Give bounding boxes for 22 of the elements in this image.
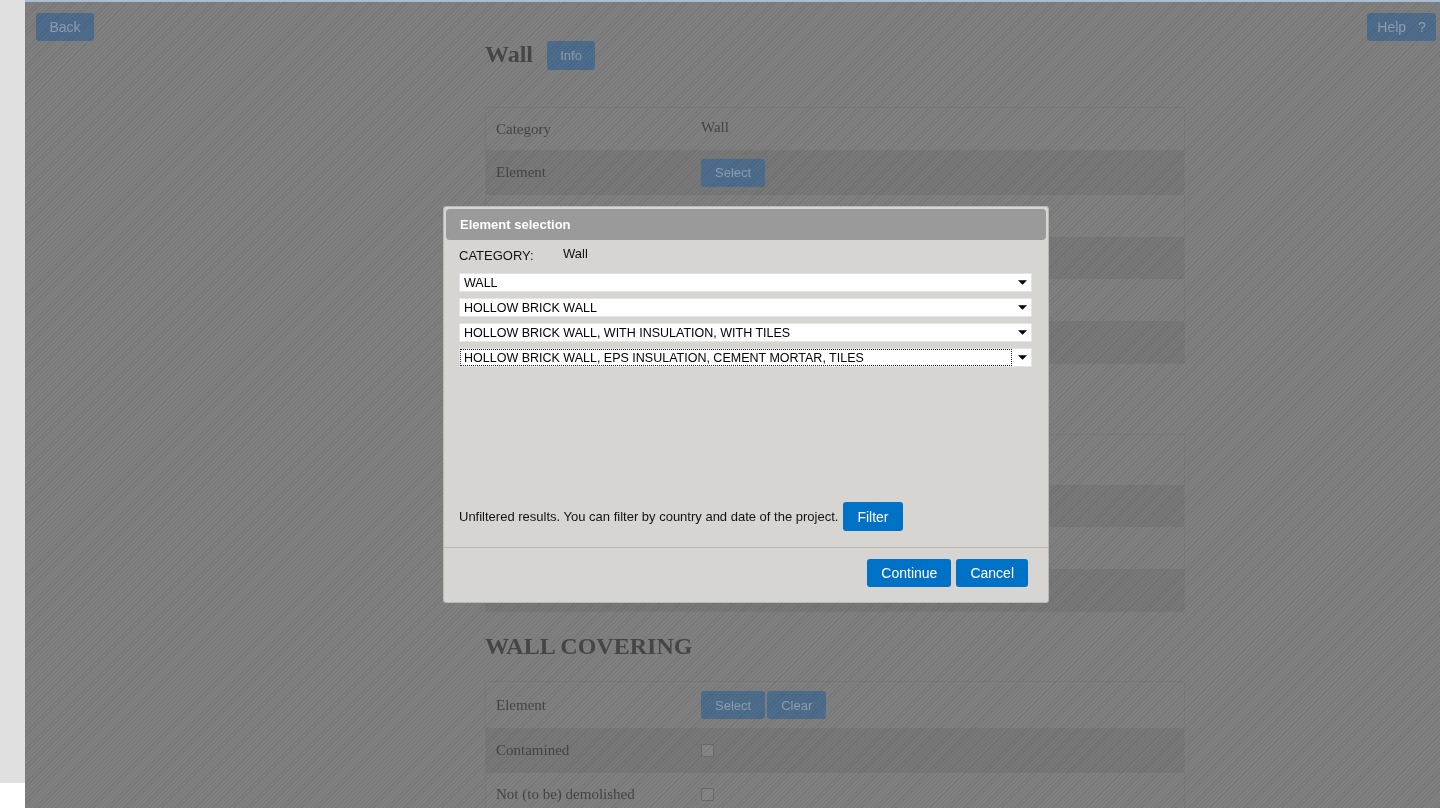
- dialog-title: Element selection: [460, 217, 571, 232]
- row-label: Category: [496, 120, 552, 138]
- dropdown-field[interactable]: HOLLOW BRICK WALL, WITH INSULATION, WITH TILES: [459, 323, 1032, 342]
- filter-button[interactable]: Filter: [843, 502, 903, 531]
- checkbox[interactable]: [701, 744, 714, 757]
- checkbox[interactable]: [701, 787, 714, 801]
- row-label: Not (to be) demolished: [496, 785, 636, 803]
- row-label: Element: [496, 696, 547, 714]
- dropdown-field[interactable]: HOLLOW BRICK WALL, EPS INSULATION, CEMENT MORTAR, TILES: [459, 348, 1032, 367]
- filter-note: Unfiltered results. You can filter by country and date of the project.: [459, 509, 839, 524]
- category-label: CATEGORY:: [459, 248, 535, 263]
- dropdown-field[interactable]: WALL: [459, 273, 1032, 292]
- caret-icon: [1018, 305, 1027, 310]
- dropdown-field[interactable]: HOLLOW BRICK WALL: [459, 298, 1032, 317]
- dialog-button[interactable]: Cancel: [956, 559, 1028, 587]
- row-value: Wall: [701, 118, 729, 136]
- page-title: Wall: [485, 40, 533, 67]
- caret-icon: [1018, 330, 1027, 335]
- dialog-button[interactable]: Continue: [867, 559, 952, 587]
- caret-icon: [1018, 355, 1027, 360]
- category-value: Wall: [563, 246, 588, 261]
- section-heading: WALL COVERING: [485, 632, 693, 660]
